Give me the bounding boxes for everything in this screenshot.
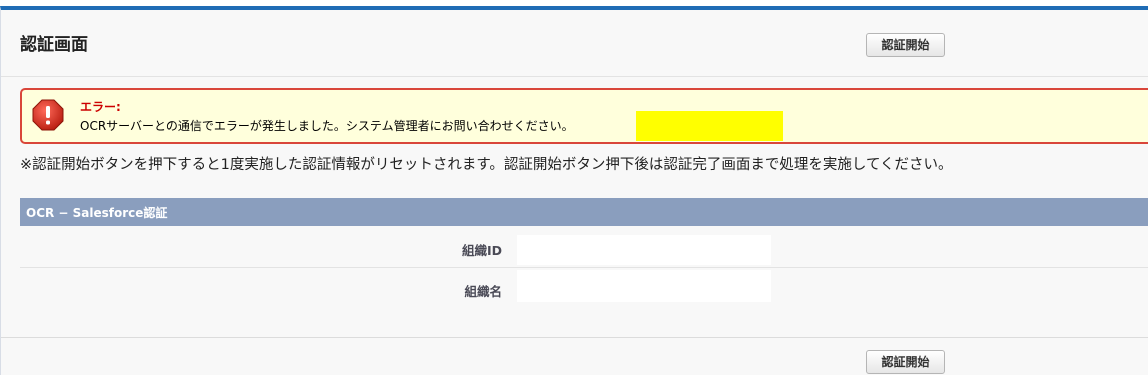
error-text: OCRサーバーとの通信でエラーが発生しました。システム管理者にお問い合わせくださ… bbox=[80, 119, 574, 133]
org-name-label: 組織名 bbox=[464, 284, 502, 299]
start-auth-button-top[interactable]: 認証開始 bbox=[866, 33, 945, 57]
redaction-highlight bbox=[636, 111, 783, 141]
org-id-label: 組織ID bbox=[461, 243, 502, 258]
header-divider bbox=[1, 76, 1148, 77]
start-auth-button-bottom[interactable]: 認証開始 bbox=[866, 350, 945, 374]
error-title: エラー: bbox=[80, 100, 121, 114]
section-title: OCR − Salesforce認証 bbox=[26, 206, 168, 220]
org-id-value bbox=[517, 235, 771, 265]
row-divider bbox=[20, 267, 1148, 268]
org-name-value bbox=[517, 270, 771, 302]
footer-divider bbox=[1, 337, 1148, 338]
error-icon bbox=[32, 99, 64, 131]
notice-text: ※認証開始ボタンを押下すると1度実施した認証情報がリセットされます。認証開始ボタ… bbox=[20, 157, 953, 173]
error-message-box: エラー: OCRサーバーとの通信でエラーが発生しました。システム管理者にお問い合… bbox=[20, 88, 1148, 144]
section-header: OCR − Salesforce認証 bbox=[20, 198, 1148, 226]
page-title: 認証画面 bbox=[20, 35, 88, 55]
auth-panel bbox=[0, 6, 1148, 375]
